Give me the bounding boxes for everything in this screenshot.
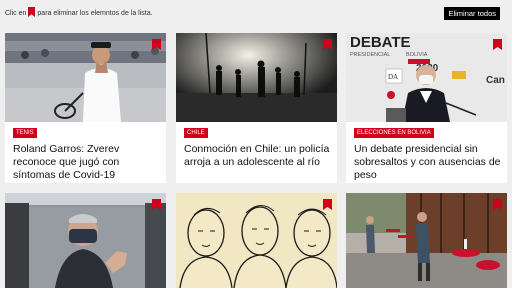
debate-side-text: Can: [486, 75, 505, 86]
article-image[interactable]: [346, 193, 507, 288]
bookmark-icon[interactable]: [323, 199, 332, 210]
bookmark-icon[interactable]: [152, 199, 161, 210]
article-card[interactable]: [176, 193, 337, 288]
article-title[interactable]: Roland Garros: Zverev reconoce que jugó …: [13, 143, 163, 182]
article-card[interactable]: [346, 193, 507, 288]
debate-country-text: BOLIVIA: [406, 52, 428, 58]
article-title[interactable]: Conmoción en Chile: un policía arroja a …: [184, 143, 334, 169]
article-image[interactable]: DEBATE PRESIDENCIAL BOLIVIA 2020 DA Can: [346, 33, 507, 122]
article-image[interactable]: [5, 33, 166, 122]
category-tag[interactable]: Elecciones en Bolivia: [354, 128, 434, 138]
saved-articles-grid: Tenis Roland Garros: Zverev reconoce que…: [0, 0, 512, 288]
article-card[interactable]: [5, 193, 166, 288]
bookmark-icon[interactable]: [493, 39, 502, 50]
category-tag[interactable]: Tenis: [13, 128, 37, 138]
bookmark-icon[interactable]: [493, 199, 502, 210]
debate-title-text: DEBATE: [350, 34, 411, 51]
category-tag[interactable]: Chile: [184, 128, 208, 138]
article-image[interactable]: [176, 33, 337, 122]
article-title[interactable]: Un debate presidencial sin sobresaltos y…: [354, 143, 504, 182]
bookmark-icon[interactable]: [323, 39, 332, 50]
article-card[interactable]: Tenis Roland Garros: Zverev reconoce que…: [5, 33, 166, 183]
debate-badge-text: DA: [388, 73, 398, 81]
article-image[interactable]: [176, 193, 337, 288]
debate-subtitle-text: PRESIDENCIAL: [350, 52, 390, 58]
article-card[interactable]: Chile Conmoción en Chile: un policía arr…: [176, 33, 337, 183]
bookmark-icon[interactable]: [152, 39, 161, 50]
article-image[interactable]: [5, 193, 166, 288]
article-card[interactable]: DEBATE PRESIDENCIAL BOLIVIA 2020 DA Can: [346, 33, 507, 183]
